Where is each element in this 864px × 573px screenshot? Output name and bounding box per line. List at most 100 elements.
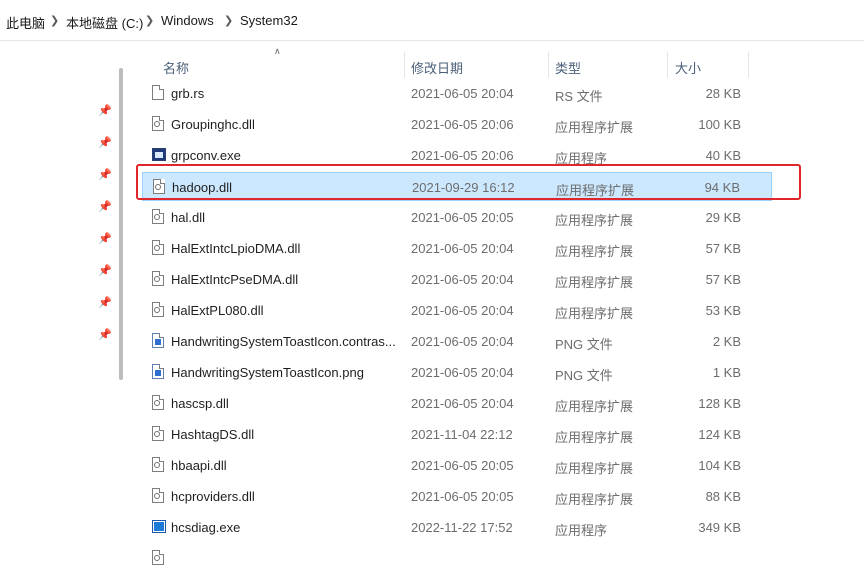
exe-icon — [152, 148, 166, 161]
file-name: HalExtPL080.dll — [171, 303, 264, 318]
file-date: 2021-06-05 20:04 — [411, 365, 514, 380]
file-type: 应用程序 — [555, 523, 608, 538]
pin-icon[interactable]: 📌 — [98, 265, 112, 277]
file-type: 应用程序扩展 — [555, 120, 634, 135]
file-type: 应用程序扩展 — [555, 306, 634, 321]
dll-icon — [152, 302, 164, 317]
file-date: 2021-09-29 16:12 — [412, 180, 515, 195]
address-bar[interactable]: 此电脑 ❯ 本地磁盘 (C:) ❯ Windows ❯ System32 — [0, 0, 864, 41]
file-size: 28 KB — [705, 86, 741, 101]
file-date: 2022-11-22 17:52 — [411, 520, 513, 535]
file-name: hcsdiag.exe — [171, 520, 241, 535]
file-size: 29 KB — [705, 210, 741, 225]
breadcrumb-local-disk[interactable]: 本地磁盘 (C:) — [66, 13, 143, 32]
file-row[interactable]: hbaapi.dll 2021-06-05 20:05 应用程序扩展 104 K… — [142, 451, 772, 480]
file-name: hadoop.dll — [172, 180, 232, 195]
file-row[interactable]: Groupinghc.dll 2021-06-05 20:06 应用程序扩展 1… — [142, 110, 772, 139]
file-name: HalExtIntcPseDMA.dll — [171, 272, 299, 287]
file-row[interactable]: hal.dll 2021-06-05 20:05 应用程序扩展 29 KB — [142, 203, 772, 232]
file-name: grb.rs — [171, 86, 205, 101]
file-date: 2021-06-05 20:04 — [411, 334, 514, 349]
file-type: 应用程序 — [555, 151, 608, 166]
pin-icon[interactable]: 📌 — [98, 329, 112, 341]
file-date: 2021-06-05 20:04 — [411, 272, 514, 287]
breadcrumb-system32[interactable]: System32 — [240, 13, 298, 28]
file-size: 57 KB — [705, 241, 741, 256]
navigation-pane: 📌 📌 📌 📌 📌 📌 📌 📌 — [0, 41, 116, 557]
file-row[interactable] — [142, 544, 772, 573]
dll-icon — [152, 271, 164, 286]
file-row[interactable]: hascsp.dll 2021-06-05 20:04 应用程序扩展 128 K… — [142, 389, 772, 418]
file-type: RS 文件 — [555, 89, 603, 104]
file-name: grpconv.exe — [171, 148, 241, 163]
file-size: 53 KB — [705, 303, 741, 318]
pin-icon[interactable]: 📌 — [98, 169, 112, 181]
file-type: 应用程序扩展 — [555, 461, 634, 476]
dll-icon — [152, 550, 164, 565]
file-row[interactable]: grb.rs 2021-06-05 20:04 RS 文件 28 KB — [142, 79, 772, 108]
dll-icon — [153, 179, 165, 194]
file-date: 2021-06-05 20:05 — [411, 458, 514, 473]
file-date: 2021-06-05 20:04 — [411, 396, 514, 411]
file-type: 应用程序扩展 — [555, 399, 634, 414]
file-name: hcproviders.dll — [171, 489, 255, 504]
chevron-right-icon[interactable]: ❯ — [145, 14, 154, 27]
column-header-row: 名称 修改日期 类型 大小 — [138, 45, 758, 79]
file-size: 1 KB — [712, 365, 741, 380]
chevron-right-icon[interactable]: ❯ — [224, 14, 233, 27]
file-row[interactable]: HashtagDS.dll 2021-11-04 22:12 应用程序扩展 12… — [142, 420, 772, 449]
file-row-selected[interactable]: hadoop.dll 2021-09-29 16:12 应用程序扩展 94 KB — [142, 172, 772, 201]
file-size: 124 KB — [698, 427, 741, 442]
dll-icon — [152, 488, 164, 503]
file-row[interactable]: HandwritingSystemToastIcon.png 2021-06-0… — [142, 358, 772, 387]
column-divider[interactable] — [548, 52, 549, 78]
dll-icon — [152, 240, 164, 255]
pin-icon[interactable]: 📌 — [98, 297, 112, 309]
file-row[interactable]: hcproviders.dll 2021-06-05 20:05 应用程序扩展 … — [142, 482, 772, 511]
pin-icon[interactable]: 📌 — [98, 137, 112, 149]
file-icon — [152, 85, 164, 100]
column-divider[interactable] — [748, 52, 749, 78]
png-icon — [152, 364, 164, 379]
file-row[interactable]: HalExtIntcPseDMA.dll 2021-06-05 20:04 应用… — [142, 265, 772, 294]
file-row[interactable]: grpconv.exe 2021-06-05 20:06 应用程序 40 KB — [142, 141, 772, 170]
file-size: 40 KB — [705, 148, 741, 163]
pin-icon[interactable]: 📌 — [98, 105, 112, 117]
file-name: HandwritingSystemToastIcon.png — [171, 365, 364, 380]
file-type: PNG 文件 — [555, 337, 613, 352]
pin-icon[interactable]: 📌 — [98, 233, 112, 245]
file-name: HandwritingSystemToastIcon.contras... — [171, 334, 396, 349]
png-icon — [152, 333, 164, 348]
column-header-name[interactable]: 名称 — [163, 58, 189, 77]
breadcrumb-windows[interactable]: Windows — [161, 13, 214, 28]
column-divider[interactable] — [667, 52, 668, 78]
file-name: HashtagDS.dll — [171, 427, 255, 442]
file-size: 128 KB — [698, 396, 741, 411]
column-header-size[interactable]: 大小 — [675, 58, 701, 77]
chevron-right-icon[interactable]: ❯ — [50, 14, 59, 27]
dll-icon — [152, 395, 164, 410]
file-row[interactable]: HandwritingSystemToastIcon.contras... 20… — [142, 327, 772, 356]
file-name: Groupinghc.dll — [171, 117, 255, 132]
pin-icon[interactable]: 📌 — [98, 201, 112, 213]
column-header-type[interactable]: 类型 — [555, 58, 581, 77]
file-type: 应用程序扩展 — [555, 492, 634, 507]
file-date: 2021-06-05 20:06 — [411, 148, 514, 163]
file-size: 2 KB — [712, 334, 741, 349]
dll-icon — [152, 457, 164, 472]
nav-scrollbar-thumb[interactable] — [119, 68, 123, 380]
file-name: hal.dll — [171, 210, 205, 225]
file-type: 应用程序扩展 — [555, 430, 634, 445]
file-name: hascsp.dll — [171, 396, 229, 411]
file-name: HalExtIntcLpioDMA.dll — [171, 241, 301, 256]
breadcrumb-this-pc[interactable]: 此电脑 — [6, 13, 45, 32]
file-row[interactable]: HalExtPL080.dll 2021-06-05 20:04 应用程序扩展 … — [142, 296, 772, 325]
file-row[interactable]: HalExtIntcLpioDMA.dll 2021-06-05 20:04 应… — [142, 234, 772, 263]
file-size: 94 KB — [704, 180, 740, 195]
file-type: 应用程序扩展 — [555, 213, 634, 228]
file-size: 349 KB — [698, 520, 741, 535]
column-header-date[interactable]: 修改日期 — [411, 58, 463, 77]
column-divider[interactable] — [404, 52, 405, 78]
file-row[interactable]: hcsdiag.exe 2022-11-22 17:52 应用程序 349 KB — [142, 513, 772, 542]
file-date: 2021-06-05 20:05 — [411, 210, 514, 225]
